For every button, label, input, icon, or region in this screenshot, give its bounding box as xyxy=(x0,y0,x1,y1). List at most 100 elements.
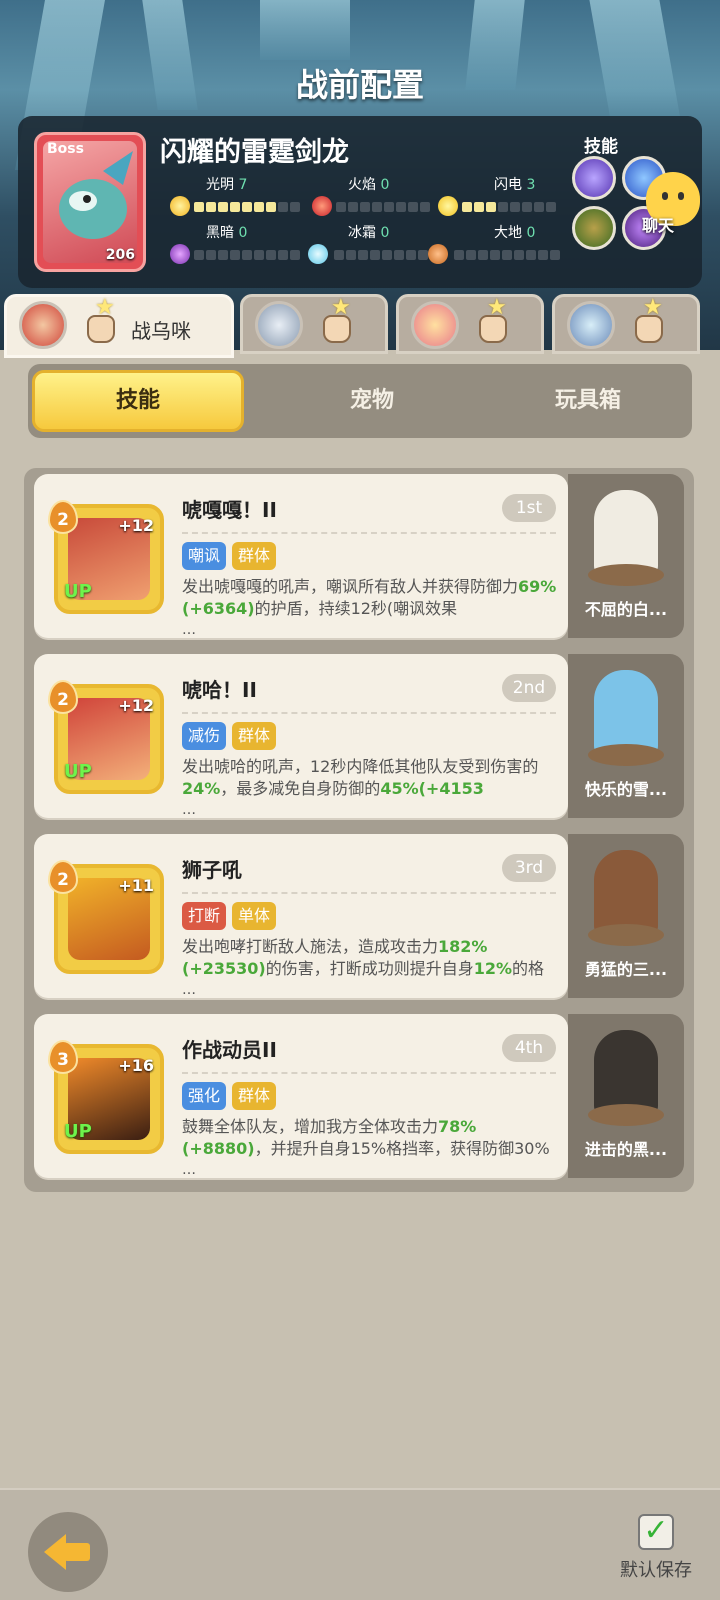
chat-label: 聊天 xyxy=(642,216,675,235)
hero-name: 战乌咪 xyxy=(131,319,191,343)
chat-button[interactable]: 聊天 xyxy=(638,172,710,244)
pet-slot-2[interactable]: 快乐的雪... xyxy=(568,654,684,818)
back-arrow-button[interactable] xyxy=(28,1512,108,1592)
skill-tag: 嘲讽 xyxy=(182,542,227,570)
skill-card-3[interactable]: 2 +11 狮子吼 3rd 打断 单体 发出咆哮打断敌人施法，造成攻击力182%… xyxy=(34,834,568,998)
skill-plus: +12 xyxy=(118,696,154,715)
skill-level: 2 xyxy=(48,860,78,894)
category-tabs: 技能 宠物 玩具箱 xyxy=(28,364,692,438)
hero-tab-3[interactable] xyxy=(396,294,544,354)
default-save-toggle[interactable]: ✓ 默认保存 xyxy=(600,1512,720,1592)
frost-level-bar xyxy=(334,250,428,260)
element-lightning: 闪电 3 xyxy=(438,174,568,218)
tap-hand-icon xyxy=(475,295,511,343)
skill-name: 狮子吼 xyxy=(182,858,242,882)
element-light: 光明 7 xyxy=(170,174,300,218)
skill-up-badge: UP xyxy=(64,581,92,602)
skill-tag: 单体 xyxy=(232,902,277,930)
skill-description: 发出唬嘎嘎的吼声，嘲讽所有敌人并获得防御力69%(+6364)的护盾，持续12秒… xyxy=(182,577,557,618)
hero-avatar xyxy=(19,301,67,349)
skill-card-4[interactable]: 3 +16 UP 作战动员II 4th 强化 群体 鼓舞全体队友，增加我方全体攻… xyxy=(34,1014,568,1178)
element-label: 火焰 xyxy=(348,177,376,193)
moon-icon xyxy=(170,244,190,264)
boss-skills-label: 技能 xyxy=(584,137,618,157)
element-value: 0 xyxy=(380,177,390,193)
skill-tag: 强化 xyxy=(182,1082,227,1110)
fire-level-bar xyxy=(336,202,430,212)
element-value: 0 xyxy=(380,225,390,241)
element-value: 7 xyxy=(238,177,248,193)
element-fire: 火焰 0 xyxy=(312,174,442,218)
pet-slot-4[interactable]: 进击的黑... xyxy=(568,1014,684,1178)
element-label: 大地 xyxy=(494,225,522,241)
boss-name: 闪耀的雷霆剑龙 xyxy=(160,137,349,168)
skill-icon: 2 +11 xyxy=(48,860,164,974)
element-label: 闪电 xyxy=(494,177,522,193)
hero-tab-2[interactable] xyxy=(240,294,388,354)
skill-icon: 2 +12 UP xyxy=(48,680,164,794)
boss-info-panel: Boss 206 闪耀的雷霆剑龙 光明 7 火焰 0 闪电 3 黑暗 0 冰霜 … xyxy=(18,116,702,288)
skill-tag: 打断 xyxy=(182,902,227,930)
checkbox-icon: ✓ xyxy=(638,1514,674,1550)
hero-tab-1[interactable]: 战乌咪 xyxy=(4,294,234,358)
skill-rank: 2nd xyxy=(502,674,556,702)
skill-plus: +12 xyxy=(118,516,154,535)
lightning-level-bar xyxy=(462,202,556,212)
element-value: 3 xyxy=(526,177,536,193)
tab-pets[interactable]: 宠物 xyxy=(282,370,462,432)
skill-description: 发出咆哮打断敌人施法，造成攻击力182%(+23530)的伤害，打断成功则提升自… xyxy=(182,937,545,978)
skill-name: 唬嘎嘎！II xyxy=(182,498,277,522)
skill-level: 2 xyxy=(48,680,78,714)
element-frost: 冰霜 0 xyxy=(308,222,438,266)
element-label: 光明 xyxy=(206,177,234,193)
earth-icon xyxy=(428,244,448,264)
skill-name: 唬哈！II xyxy=(182,678,257,702)
sun-icon xyxy=(170,196,190,216)
skill-up-badge: UP xyxy=(64,761,92,782)
skill-tag: 群体 xyxy=(232,1082,277,1110)
element-earth: 大地 0 xyxy=(428,222,568,266)
skill-tag: 减伤 xyxy=(182,722,227,750)
tab-skills[interactable]: 技能 xyxy=(32,370,244,432)
tab-toybox[interactable]: 玩具箱 xyxy=(498,370,678,432)
element-dark: 黑暗 0 xyxy=(170,222,300,266)
boss-portrait[interactable]: Boss 206 xyxy=(34,132,146,272)
element-label: 黑暗 xyxy=(206,225,234,241)
skill-rank: 4th xyxy=(502,1034,556,1062)
skill-tag: 群体 xyxy=(232,542,277,570)
light-level-bar xyxy=(194,202,300,212)
hero-avatar xyxy=(411,301,459,349)
skill-description: 鼓舞全体队友，增加我方全体攻击力78%(+8880)，并提升自身15%格挡率，获… xyxy=(182,1117,550,1158)
skill-card-1[interactable]: 2 +12 UP 唬嘎嘎！II 1st 嘲讽 群体 发出唬嘎嘎的吼声，嘲讽所有敌… xyxy=(34,474,568,638)
skill-description: 发出唬哈的吼声，12秒内降低其他队友受到伤害的24%，最多减免自身防御的45%(… xyxy=(182,757,539,798)
bottom-bar: ✓ 默认保存 xyxy=(0,1488,720,1600)
hero-tab-4[interactable] xyxy=(552,294,700,354)
skill-tag: 群体 xyxy=(232,722,277,750)
skill-plus: +16 xyxy=(118,1056,154,1075)
skill-icon: 3 +16 UP xyxy=(48,1040,164,1154)
boss-skill-3-icon[interactable] xyxy=(572,206,616,250)
pet-name: 不屈的白... xyxy=(584,600,668,619)
element-label: 冰霜 xyxy=(348,225,376,241)
skill-level: 3 xyxy=(48,1040,78,1074)
pet-slot-1[interactable]: 不屈的白... xyxy=(568,474,684,638)
skill-card-2[interactable]: 2 +12 UP 唬哈！II 2nd 减伤 群体 发出唬哈的吼声，12秒内降低其… xyxy=(34,654,568,818)
skill-name: 作战动员II xyxy=(182,1038,277,1062)
page-title: 战前配置 xyxy=(295,66,424,104)
hero-avatar xyxy=(567,301,615,349)
snowflake-icon xyxy=(308,244,328,264)
boss-skill-1-icon[interactable] xyxy=(572,156,616,200)
tap-hand-icon xyxy=(631,295,667,343)
flame-icon xyxy=(312,196,332,216)
pet-name: 快乐的雪... xyxy=(584,780,668,799)
element-value: 0 xyxy=(526,225,536,241)
lightning-icon xyxy=(438,196,458,216)
save-label: 默认保存 xyxy=(620,1560,692,1581)
pet-name: 进击的黑... xyxy=(584,1140,668,1159)
boss-tag: Boss xyxy=(47,141,84,157)
skill-plus: +11 xyxy=(118,876,154,895)
pet-slot-3[interactable]: 勇猛的三... xyxy=(568,834,684,998)
dark-level-bar xyxy=(194,250,300,260)
element-value: 0 xyxy=(238,225,248,241)
earth-level-bar xyxy=(454,250,560,260)
